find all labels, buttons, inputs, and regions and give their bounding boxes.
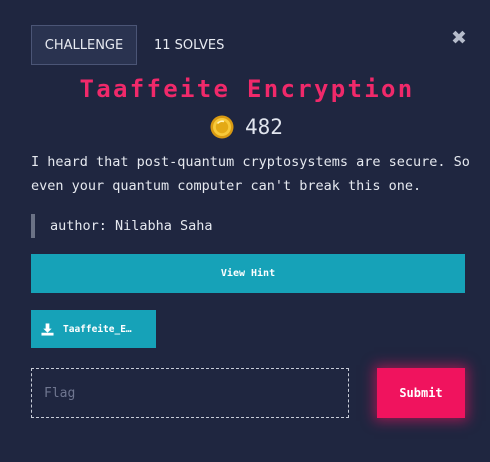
flag-input[interactable] bbox=[31, 368, 349, 418]
coin-icon bbox=[210, 115, 234, 139]
points-value: 482 bbox=[245, 115, 283, 139]
challenge-points: 482 bbox=[210, 113, 283, 141]
download-file-button[interactable]: Taaffeite_E… bbox=[31, 310, 156, 348]
challenge-description: I heard that post-quantum cryptosystems … bbox=[31, 154, 470, 194]
download-icon bbox=[41, 322, 54, 336]
challenge-title: Taaffeite Encryption bbox=[79, 75, 415, 103]
author-text: author: Nilabha Saha bbox=[50, 218, 213, 234]
file-label: Taaffeite_E… bbox=[63, 323, 132, 335]
view-hint-button[interactable]: View Hint bbox=[31, 254, 465, 293]
submit-label: Submit bbox=[399, 386, 443, 400]
close-icon[interactable]: ✖ bbox=[451, 28, 467, 48]
tab-challenge[interactable]: CHALLENGE bbox=[31, 25, 137, 65]
tab-solves[interactable]: 11 SOLVES bbox=[137, 25, 240, 65]
view-hint-label: View Hint bbox=[220, 268, 276, 279]
challenge-author: author: Nilabha Saha bbox=[31, 214, 213, 238]
challenge-tabs: CHALLENGE 11 SOLVES bbox=[31, 25, 240, 65]
submit-button[interactable]: Submit bbox=[377, 368, 465, 418]
